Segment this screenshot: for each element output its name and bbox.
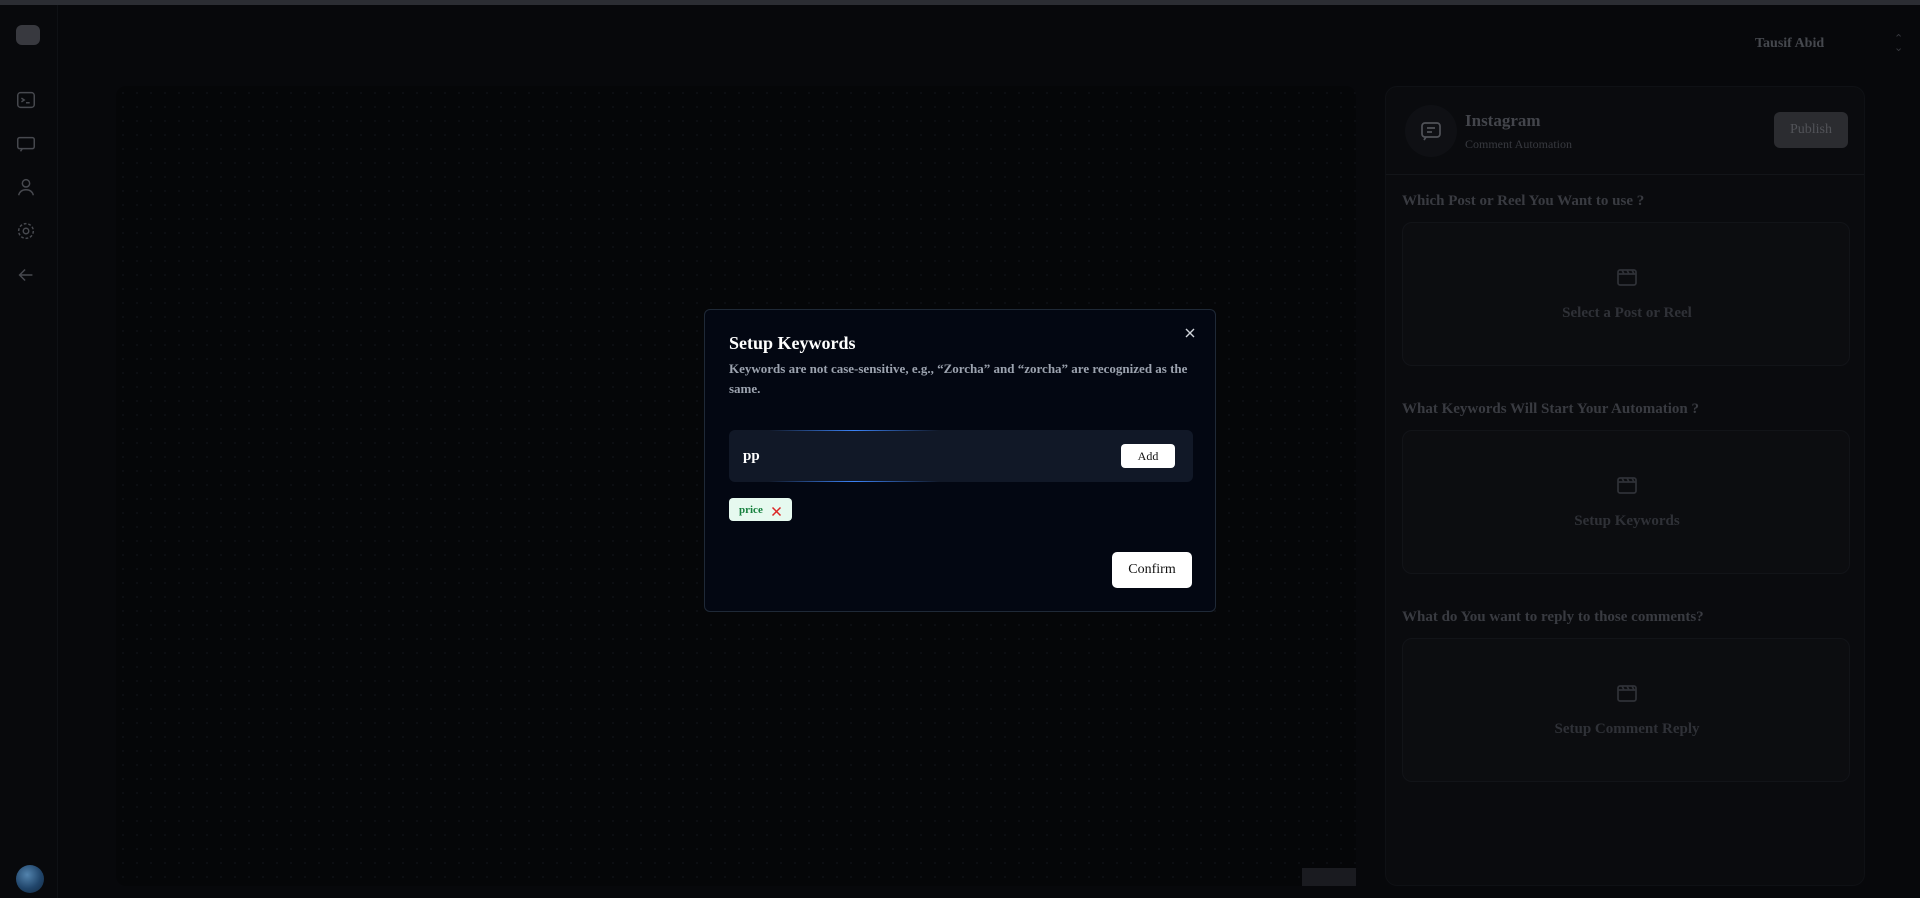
keyword-chip: price — [729, 498, 792, 521]
keyword-input-container: Add — [729, 430, 1193, 482]
close-icon[interactable] — [1183, 326, 1197, 340]
confirm-button[interactable]: Confirm — [1112, 552, 1192, 588]
add-keyword-button[interactable]: Add — [1121, 444, 1175, 468]
dialog-description: Keywords are not case-sensitive, e.g., “… — [729, 361, 1188, 396]
dialog-title: Setup Keywords — [729, 333, 856, 353]
keyword-input[interactable] — [729, 430, 1109, 482]
setup-keywords-dialog: Setup Keywords Keywords are not case-sen… — [704, 309, 1216, 612]
remove-keyword-icon[interactable] — [771, 504, 782, 517]
keyword-chip-label: price — [739, 503, 763, 516]
